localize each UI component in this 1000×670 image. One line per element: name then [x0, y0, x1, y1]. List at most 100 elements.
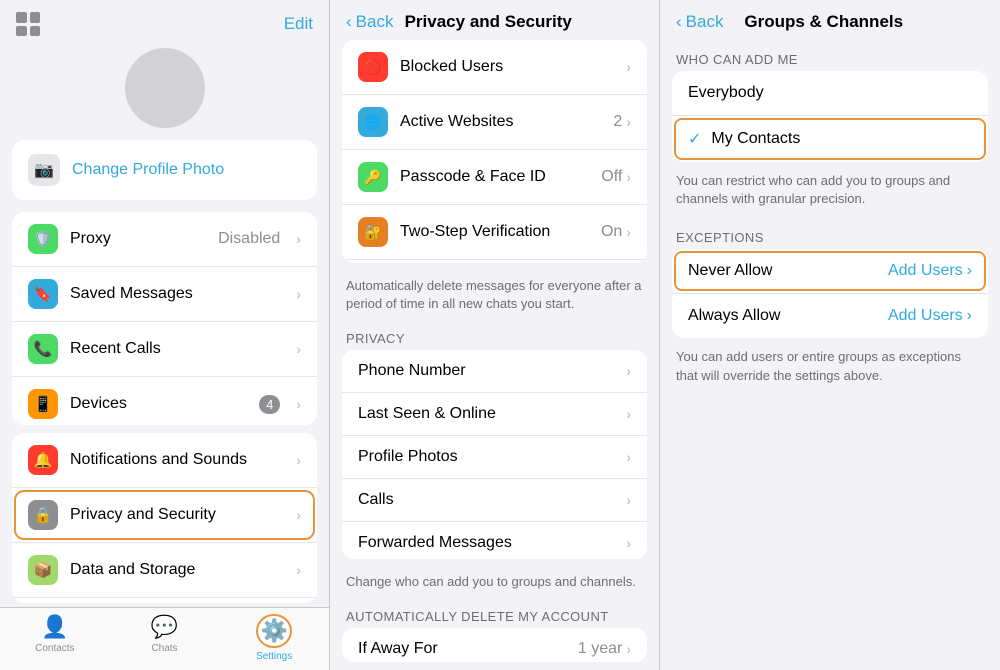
devices-row[interactable]: 📱 Devices 4 ›: [12, 377, 317, 425]
who-can-add-note: You can restrict who can add you to grou…: [660, 166, 1000, 218]
passcode-row[interactable]: 🔑 Passcode & Face ID Off ›: [342, 150, 647, 205]
settings-label: Settings: [256, 651, 292, 662]
privacy-chevron: ›: [296, 507, 301, 523]
my-contacts-row[interactable]: ✓ My Contacts: [672, 116, 988, 162]
websites-label: Active Websites: [400, 113, 613, 131]
away-value: 1 year: [578, 640, 622, 658]
exceptions-label: EXCEPTIONS: [660, 218, 1000, 249]
nav-contacts[interactable]: 👤 Contacts: [0, 614, 110, 662]
lastseen-chevron: ›: [626, 406, 631, 422]
my-contacts-label: My Contacts: [711, 130, 972, 148]
proxy-chevron: ›: [296, 231, 301, 247]
forwarded-row[interactable]: Forwarded Messages ›: [342, 522, 647, 559]
phone-number-row[interactable]: Phone Number ›: [342, 350, 647, 393]
blocked-label: Blocked Users: [400, 58, 626, 76]
appearance-row[interactable]: 🎨 Appearance ›: [12, 598, 317, 603]
away-row[interactable]: If Away For 1 year ›: [342, 628, 647, 662]
always-allow-add-users-label: Add Users: [888, 307, 963, 325]
phone-chevron: ›: [626, 363, 631, 379]
nav-settings[interactable]: ⚙️ Settings: [219, 614, 329, 662]
everybody-row[interactable]: Everybody: [672, 71, 988, 116]
always-allow-add-users-button[interactable]: Add Users ›: [888, 307, 972, 325]
contacts-label: Contacts: [35, 643, 74, 654]
middle-header: ‹ Back Privacy and Security: [330, 0, 659, 40]
notifications-row[interactable]: 🔔 Notifications and Sounds ›: [12, 433, 317, 488]
settings-group-1: 🛡️ Proxy Disabled › 🔖 Saved Messages › 📞…: [12, 212, 317, 425]
away-group: If Away For 1 year ›: [342, 628, 647, 662]
callspriv-label: Calls: [358, 491, 626, 509]
never-allow-label: Never Allow: [688, 262, 888, 280]
recent-calls-row[interactable]: 📞 Recent Calls ›: [12, 322, 317, 377]
everybody-label: Everybody: [688, 84, 972, 102]
check-icon: ✓: [688, 129, 701, 149]
calls-privacy-row[interactable]: Calls ›: [342, 479, 647, 522]
change-photo-button[interactable]: 📷 Change Profile Photo: [12, 140, 317, 200]
forwarded-label: Forwarded Messages: [358, 534, 626, 552]
camera-icon: 📷: [28, 154, 60, 186]
privacy-row[interactable]: 🔒 Privacy and Security ›: [12, 488, 317, 543]
right-back-label: Back: [686, 12, 724, 32]
devices-icon: 📱: [28, 389, 58, 419]
passcode-value: Off: [601, 168, 622, 186]
privacy-group: Phone Number › Last Seen & Online › Prof…: [342, 350, 647, 559]
blocked-icon: 🚫: [358, 52, 388, 82]
websites-value: 2: [613, 113, 622, 131]
callspriv-chevron: ›: [626, 492, 631, 508]
blocked-chevron: ›: [626, 59, 631, 75]
twostep-label: Two-Step Verification: [400, 223, 601, 241]
grid-icon[interactable]: [16, 12, 40, 36]
security-group: 🚫 Blocked Users › 🌐 Active Websites 2 › …: [342, 40, 647, 263]
always-allow-label: Always Allow: [688, 307, 888, 325]
away-label: If Away For: [358, 640, 578, 658]
websites-chevron: ›: [626, 114, 631, 130]
middle-back-button[interactable]: ‹ Back: [346, 12, 393, 32]
last-seen-row[interactable]: Last Seen & Online ›: [342, 393, 647, 436]
devices-badge: 4: [259, 395, 280, 414]
who-can-add-label: WHO CAN ADD ME: [660, 40, 1000, 71]
active-websites-row[interactable]: 🌐 Active Websites 2 ›: [342, 95, 647, 150]
middle-title: Privacy and Security: [405, 12, 572, 32]
storage-row[interactable]: 📦 Data and Storage ›: [12, 543, 317, 598]
middle-panel: ‹ Back Privacy and Security 🚫 Blocked Us…: [330, 0, 660, 670]
notifications-chevron: ›: [296, 452, 301, 468]
right-panel: ‹ Back Groups & Channels WHO CAN ADD ME …: [660, 0, 1000, 670]
devices-chevron: ›: [296, 396, 301, 412]
away-chevron: ›: [626, 641, 631, 657]
autodelete-note: Automatically delete messages for everyo…: [330, 271, 659, 323]
groups-note: Change who can add you to groups and cha…: [330, 567, 659, 601]
storage-icon: 📦: [28, 555, 58, 585]
exceptions-note: You can add users or entire groups as ex…: [660, 342, 1000, 394]
middle-back-label: Back: [356, 12, 394, 32]
blocked-users-row[interactable]: 🚫 Blocked Users ›: [342, 40, 647, 95]
saved-messages-chevron: ›: [296, 286, 301, 302]
profile-photos-row[interactable]: Profile Photos ›: [342, 436, 647, 479]
storage-chevron: ›: [296, 562, 301, 578]
proxy-icon: 🛡️: [28, 224, 58, 254]
proxy-row[interactable]: 🛡️ Proxy Disabled ›: [12, 212, 317, 267]
recent-calls-chevron: ›: [296, 341, 301, 357]
nav-chats[interactable]: 💬 Chats: [110, 614, 220, 662]
saved-messages-row[interactable]: 🔖 Saved Messages ›: [12, 267, 317, 322]
right-back-chevron-icon: ‹: [676, 12, 682, 32]
saved-messages-label: Saved Messages: [70, 285, 284, 303]
never-allow-chevron: ›: [967, 262, 972, 280]
never-allow-row[interactable]: Never Allow Add Users ›: [672, 249, 988, 294]
passcode-label: Passcode & Face ID: [400, 168, 601, 186]
chats-label: Chats: [151, 643, 177, 654]
twostep-row[interactable]: 🔐 Two-Step Verification On ›: [342, 205, 647, 260]
recent-calls-label: Recent Calls: [70, 340, 284, 358]
twostep-value: On: [601, 223, 622, 241]
edit-button[interactable]: Edit: [284, 14, 313, 34]
right-back-button[interactable]: ‹ Back: [676, 12, 723, 32]
profilephotos-chevron: ›: [626, 449, 631, 465]
profilephotos-label: Profile Photos: [358, 448, 626, 466]
contacts-icon: 👤: [41, 614, 68, 640]
never-allow-add-users-button[interactable]: Add Users ›: [888, 262, 972, 280]
always-allow-row[interactable]: Always Allow Add Users ›: [672, 294, 988, 338]
left-panel: Edit 📷 Change Profile Photo 🛡️ Proxy Dis…: [0, 0, 330, 670]
never-allow-add-users-label: Add Users: [888, 262, 963, 280]
lastseen-label: Last Seen & Online: [358, 405, 626, 423]
chats-icon: 💬: [151, 614, 178, 640]
avatar: [125, 48, 205, 128]
autodelete-row[interactable]: ⏱️ Auto-Delete Messages Off ›: [342, 260, 647, 263]
